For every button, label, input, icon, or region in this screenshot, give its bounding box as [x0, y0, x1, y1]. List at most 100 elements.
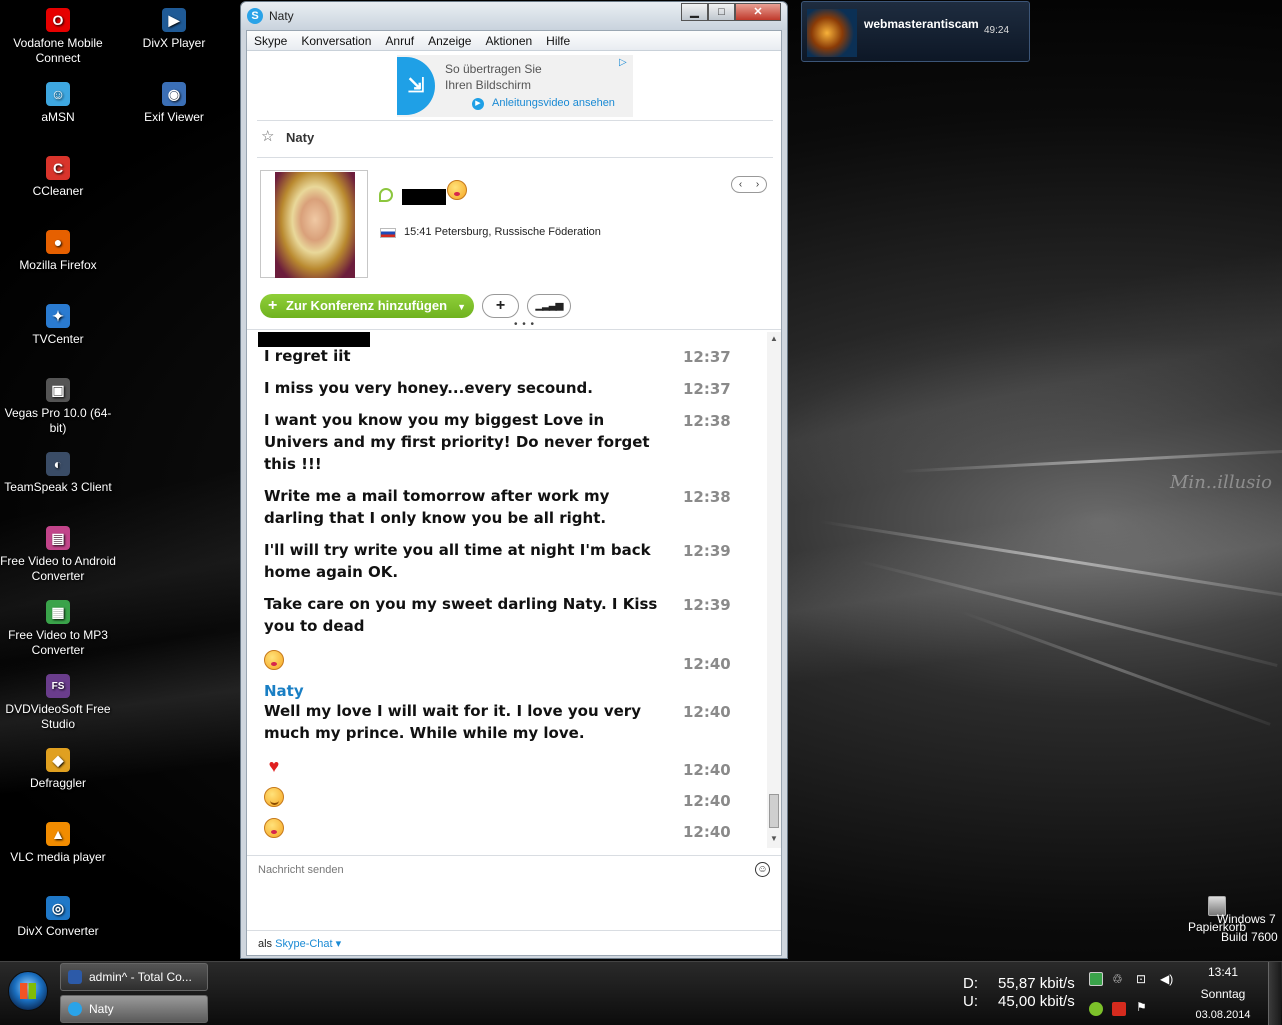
- ccleaner-icon: C: [46, 156, 70, 180]
- scroll-down-icon[interactable]: ▼: [770, 834, 778, 843]
- tray-flag-icon[interactable]: ⚑: [1136, 1000, 1150, 1014]
- desktop-shortcut[interactable]: ▦ Free Video to MP3 Converter: [0, 600, 116, 658]
- add-to-conference-label: Zur Konferenz hinzufügen: [286, 298, 448, 313]
- chat-message[interactable]: I miss you very honey...every secound.: [264, 377, 664, 399]
- tray-skype-icon[interactable]: [1089, 1002, 1103, 1016]
- desktop-shortcut-label: DivX Player: [142, 36, 206, 50]
- tray-security-icon[interactable]: ♲: [1112, 972, 1126, 986]
- message-timestamp: 12:39: [683, 542, 731, 560]
- chat-message[interactable]: Well my love I will wait for it. I love …: [264, 700, 664, 744]
- vegas-icon: ▣: [46, 378, 70, 402]
- signal-bars-icon[interactable]: ▁▂▃▅: [527, 294, 571, 318]
- desktop-shortcut[interactable]: ☺ aMSN: [0, 82, 116, 125]
- adchoices-icon[interactable]: ▷: [619, 57, 631, 69]
- vodafone-icon: O: [46, 8, 70, 32]
- desktop-shortcut-label: DivX Converter: [17, 924, 99, 938]
- clock-date[interactable]: 03.08.2014: [1188, 1009, 1258, 1021]
- show-desktop-button[interactable]: [1268, 962, 1281, 1025]
- play-icon: ▶: [472, 98, 484, 110]
- caret-down-icon[interactable]: ▾: [336, 938, 342, 950]
- desktop-shortcut-label: aMSN: [41, 110, 75, 124]
- message-timestamp: 12:38: [683, 412, 731, 430]
- menu-konversation[interactable]: Konversation: [294, 31, 378, 50]
- chat-message[interactable]: I regret iit: [264, 345, 664, 367]
- ad-video-link[interactable]: Anleitungsvideo ansehen: [492, 97, 615, 109]
- message-timestamp: 12:40: [683, 823, 731, 841]
- add-button[interactable]: +: [482, 294, 519, 318]
- desktop-shortcut[interactable]: ▣ Vegas Pro 10.0 (64-bit): [0, 378, 116, 436]
- contact-avatar[interactable]: [260, 170, 368, 278]
- clock-time[interactable]: 13:41: [1188, 965, 1258, 979]
- desktop-shortcut[interactable]: ◐ TeamSpeak 3 Client: [0, 452, 116, 495]
- tray-app-icon[interactable]: [1112, 1002, 1126, 1016]
- amsn-icon: ☺: [46, 82, 70, 106]
- menu-skype[interactable]: Skype: [247, 31, 294, 50]
- minimize-button[interactable]: ▁: [681, 3, 708, 21]
- profile-nav-arrows[interactable]: ‹ ›: [731, 176, 767, 193]
- ad-line1: So übertragen Sie: [445, 62, 542, 76]
- chevron-left-icon[interactable]: ‹: [739, 179, 742, 190]
- divider: [257, 157, 773, 158]
- desktop-shortcut[interactable]: ▤ Free Video to Android Converter: [0, 526, 116, 584]
- plus-icon: +: [268, 297, 278, 314]
- chevron-right-icon[interactable]: ›: [756, 179, 759, 190]
- menu-hilfe[interactable]: Hilfe: [539, 31, 577, 50]
- chat-footer: als Skype-Chat ▾: [247, 930, 781, 955]
- window-titlebar[interactable]: S Naty ▁ □ ✕: [241, 2, 787, 30]
- tray-monitor-icon[interactable]: ⊡: [1136, 972, 1150, 986]
- scroll-up-icon[interactable]: ▲: [770, 334, 778, 343]
- desktop-shortcut[interactable]: C CCleaner: [0, 156, 116, 199]
- desktop-shortcut[interactable]: FS DVDVideoSoft Free Studio: [0, 674, 116, 732]
- desktop-shortcut[interactable]: O Vodafone Mobile Connect: [0, 8, 116, 66]
- message-sender-name[interactable]: Naty: [264, 682, 304, 700]
- ad-banner[interactable]: ⇲ So übertragen Sie Ihren Bildschirm ▶ A…: [397, 55, 633, 117]
- desktop-shortcut[interactable]: ◉ Exif Viewer: [116, 82, 232, 125]
- menu-anruf[interactable]: Anruf: [378, 31, 421, 50]
- screen-share-icon: ⇲: [397, 57, 435, 115]
- skype-chat-mode-link[interactable]: Skype-Chat: [275, 938, 332, 950]
- desktop-shortcut-label: TeamSpeak 3 Client: [4, 480, 112, 494]
- message-input[interactable]: Nachricht senden ☺: [247, 855, 781, 929]
- kiss-emoji-icon: [264, 818, 284, 838]
- chat-message[interactable]: Write me a mail tomorrow after work my d…: [264, 485, 664, 529]
- firefox-icon: ●: [46, 230, 70, 254]
- desktop-shortcut[interactable]: ▲ VLC media player: [0, 822, 116, 865]
- message-timestamp: 12:40: [683, 703, 731, 721]
- chat-message[interactable]: Take care on you my sweet darling Naty. …: [264, 593, 664, 637]
- dvdvideosoft-icon: FS: [46, 674, 70, 698]
- taskbar-item-label: Naty: [89, 1002, 114, 1016]
- desktop-shortcut[interactable]: ◎ DivX Converter: [0, 896, 116, 939]
- desktop-shortcut[interactable]: ● Mozilla Firefox: [0, 230, 116, 273]
- chat-history[interactable]: I regret iit 12:37 I miss you very honey..…: [247, 329, 781, 853]
- chat-message[interactable]: I'll will try write you all time at nigh…: [264, 539, 664, 583]
- tray-volume-icon[interactable]: ◀): [1160, 972, 1174, 986]
- favorite-star-icon[interactable]: ☆: [261, 127, 274, 145]
- net-down-label: D:: [963, 975, 978, 992]
- menu-anzeige[interactable]: Anzeige: [421, 31, 478, 50]
- chat-scrollbar[interactable]: ▲ ▼: [767, 332, 781, 848]
- maximize-button[interactable]: □: [708, 3, 735, 21]
- chat-message[interactable]: I want you know you my biggest Love in U…: [264, 409, 664, 475]
- taskbar-item-skype[interactable]: Naty: [60, 995, 208, 1023]
- mp3-converter-icon: ▦: [46, 600, 70, 624]
- close-button[interactable]: ✕: [735, 3, 781, 21]
- message-timestamp: 12:40: [683, 792, 731, 810]
- add-to-conference-button[interactable]: + Zur Konferenz hinzufügen ▼: [260, 294, 474, 318]
- menu-aktionen[interactable]: Aktionen: [478, 31, 539, 50]
- kiss-emoji-icon: [447, 180, 467, 200]
- message-timestamp: 12:39: [683, 596, 731, 614]
- caret-down-icon: ▼: [457, 302, 466, 312]
- skype-notification[interactable]: webmasterantiscam 49:24: [801, 1, 1030, 62]
- skype-client-area: Skype Konversation Anruf Anzeige Aktione…: [246, 30, 782, 956]
- clock-day[interactable]: Sonntag: [1188, 987, 1258, 1001]
- emoticon-picker-icon[interactable]: ☺: [755, 862, 770, 877]
- desktop-shortcut[interactable]: ◆ Defraggler: [0, 748, 116, 791]
- desktop-shortcut[interactable]: ✦ TVCenter: [0, 304, 116, 347]
- taskbar-item-total-commander[interactable]: admin^ - Total Co...: [60, 963, 208, 991]
- desktop-shortcut[interactable]: ▶ DivX Player: [116, 8, 232, 51]
- taskbar-item-label: admin^ - Total Co...: [89, 970, 192, 984]
- footer-prefix: als: [258, 938, 273, 950]
- tvcenter-icon: ✦: [46, 304, 70, 328]
- tray-network-icon[interactable]: [1089, 972, 1103, 986]
- scroll-thumb[interactable]: [769, 794, 779, 828]
